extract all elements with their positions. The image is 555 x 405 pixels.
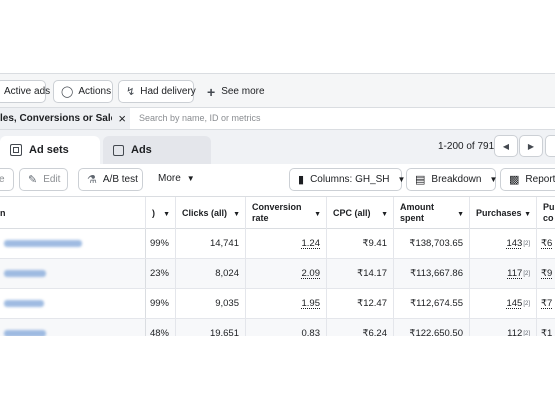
search-filter-bar: les, Conversions or Sales × Search by na… — [0, 108, 555, 130]
row-name-cell[interactable] — [0, 259, 146, 288]
reports-icon: ▩ — [509, 174, 520, 186]
table-header: n ) ▼ Clicks (all) ▼ Conversion rate ▼ C… — [0, 196, 555, 229]
column-header-clicks[interactable]: Clicks (all) ▼ — [176, 197, 246, 229]
row-cpc-cell: ₹14.17 — [327, 259, 394, 288]
active-ads-chip[interactable]: Active ads — [0, 80, 50, 103]
pencil-icon: ✎ — [28, 174, 38, 186]
row-conversion-rate-cell: 1.95 — [246, 289, 327, 318]
columns-icon: ▮​ — [298, 174, 305, 186]
row-prev-cell: 23% — [146, 259, 176, 288]
column-header-cpc[interactable]: CPC (all) ▼ — [327, 197, 394, 229]
edit-button[interactable]: ✎ Edit — [19, 168, 68, 191]
sort-caret-icon: ▼ — [381, 211, 388, 218]
row-conversion-rate-cell: 0.83 — [246, 319, 327, 336]
see-more-button[interactable]: + See more — [207, 80, 265, 103]
row-prev-cell: 99% — [146, 229, 176, 258]
flask-icon: ⚗ — [87, 174, 97, 186]
chevron-down-icon: ▼ — [186, 174, 195, 183]
row-clicks-cell: 9,035 — [176, 289, 246, 318]
caret-left-icon: ◀ — [502, 141, 510, 151]
blurred-name — [4, 330, 46, 336]
table-row[interactable]: 99% 14,741 1.24 ₹9.41 ₹138,703.65 143 [2]… — [0, 229, 555, 259]
lightbulb-icon: ◯ — [61, 86, 74, 98]
row-prev-cell: 99% — [146, 289, 176, 318]
chevron-down-icon: ▼ — [489, 175, 498, 184]
row-name-cell[interactable] — [0, 289, 146, 318]
active-filter-pill[interactable]: les, Conversions or Sales × — [0, 108, 130, 129]
page-extra-button[interactable] — [545, 135, 555, 157]
had-delivery-chip[interactable]: ↯ Had delivery — [118, 80, 196, 103]
table-row[interactable]: 48% 19,651 0.83 ₹6.24 ₹122,650.50 112 [2]… — [0, 319, 555, 336]
chevron-down-icon: ▼ — [397, 175, 406, 184]
table-toolbar: e ✎ Edit ⚗ A/B test More ▼ ▮​ Columns: GH… — [0, 164, 555, 196]
row-purchases-cell: 145 [2] — [470, 289, 537, 318]
row-conversion-rate-cell: 2.09 — [246, 259, 327, 288]
row-amount-spent-cell: ₹113,667.86 — [394, 259, 470, 288]
columns-button[interactable]: ▮​ Columns: GH_SH ▼ — [289, 168, 405, 191]
sort-caret-icon: ▼ — [163, 211, 170, 218]
caret-right-icon: ▶ — [527, 141, 535, 151]
level-tabs-bar: Ad sets Ads 1-200 of 791 ◀ ▶ — [0, 130, 555, 164]
pagination-label: 1-200 of 791 — [438, 141, 495, 152]
close-icon[interactable]: × — [118, 111, 126, 126]
row-conversion-rate-cell: 1.24 — [246, 229, 327, 258]
row-next-cell: ₹1 — [537, 319, 555, 336]
breakdown-icon: ▤ — [415, 174, 426, 186]
ad-sets-icon — [10, 144, 22, 156]
row-clicks-cell: 8,024 — [176, 259, 246, 288]
row-amount-spent-cell: ₹138,703.65 — [394, 229, 470, 258]
more-button[interactable]: More ▼ — [158, 173, 195, 184]
sort-caret-icon: ▼ — [457, 211, 464, 218]
ab-test-button[interactable]: ⚗ A/B test — [78, 168, 143, 191]
column-header-prev[interactable]: ) ▼ — [146, 197, 176, 229]
row-name-cell[interactable] — [0, 319, 146, 336]
row-next-cell: ₹7 — [537, 289, 555, 318]
breakdown-button[interactable]: ▤ Breakdown ▼ — [406, 168, 498, 191]
search-input[interactable]: Search by name, ID or metrics — [139, 113, 261, 123]
row-purchases-cell: 117 [2] — [470, 259, 537, 288]
tab-ads[interactable]: Ads — [103, 136, 211, 164]
column-header-amount-spent[interactable]: Amount spent ▼ — [394, 197, 470, 229]
row-clicks-cell: 14,741 — [176, 229, 246, 258]
column-header-name[interactable]: n — [0, 197, 146, 229]
actions-chip[interactable]: ◯ Actions — [53, 80, 113, 103]
sort-caret-icon: ▼ — [314, 211, 321, 218]
duplicate-icon: e — [0, 174, 5, 185]
sort-caret-icon: ▼ — [524, 211, 531, 218]
table-row[interactable]: 99% 9,035 1.95 ₹12.47 ₹112,674.55 145 [2]… — [0, 289, 555, 319]
quick-filter-bar: Active ads ◯ Actions ↯ Had delivery + Se… — [0, 73, 555, 108]
row-amount-spent-cell: ₹112,674.55 — [394, 289, 470, 318]
duplicate-button[interactable]: e — [0, 168, 14, 191]
row-name-cell[interactable] — [0, 229, 146, 258]
plus-icon: + — [207, 83, 216, 100]
row-next-cell: ₹6 — [537, 229, 555, 258]
column-header-next[interactable]: Pu co — [537, 197, 555, 229]
column-header-purchases[interactable]: Purchases ▼ — [470, 197, 537, 229]
column-header-conversion-rate[interactable]: Conversion rate ▼ — [246, 197, 327, 229]
row-prev-cell: 48% — [146, 319, 176, 336]
tab-ad-sets[interactable]: Ad sets — [0, 136, 100, 164]
ads-manager-panel: Active ads ◯ Actions ↯ Had delivery + Se… — [0, 73, 555, 336]
sort-caret-icon: ▼ — [233, 211, 240, 218]
blurred-name — [4, 270, 46, 277]
bolt-icon: ↯ — [126, 86, 136, 98]
table-row[interactable]: 23% 8,024 2.09 ₹14.17 ₹113,667.86 117 [2]… — [0, 259, 555, 289]
row-next-cell: ₹9 — [537, 259, 555, 288]
row-cpc-cell: ₹9.41 — [327, 229, 394, 258]
reports-button[interactable]: ▩ Reports — [500, 168, 555, 191]
row-cpc-cell: ₹12.47 — [327, 289, 394, 318]
row-cpc-cell: ₹6.24 — [327, 319, 394, 336]
row-amount-spent-cell: ₹122,650.50 — [394, 319, 470, 336]
row-purchases-cell: 143 [2] — [470, 229, 537, 258]
prev-page-button[interactable]: ◀ — [494, 135, 518, 157]
next-page-button[interactable]: ▶ — [519, 135, 543, 157]
row-purchases-cell: 112 [2] — [470, 319, 537, 336]
blurred-name — [4, 300, 44, 307]
blurred-name — [4, 240, 82, 247]
ads-icon — [113, 144, 124, 156]
row-clicks-cell: 19,651 — [176, 319, 246, 336]
